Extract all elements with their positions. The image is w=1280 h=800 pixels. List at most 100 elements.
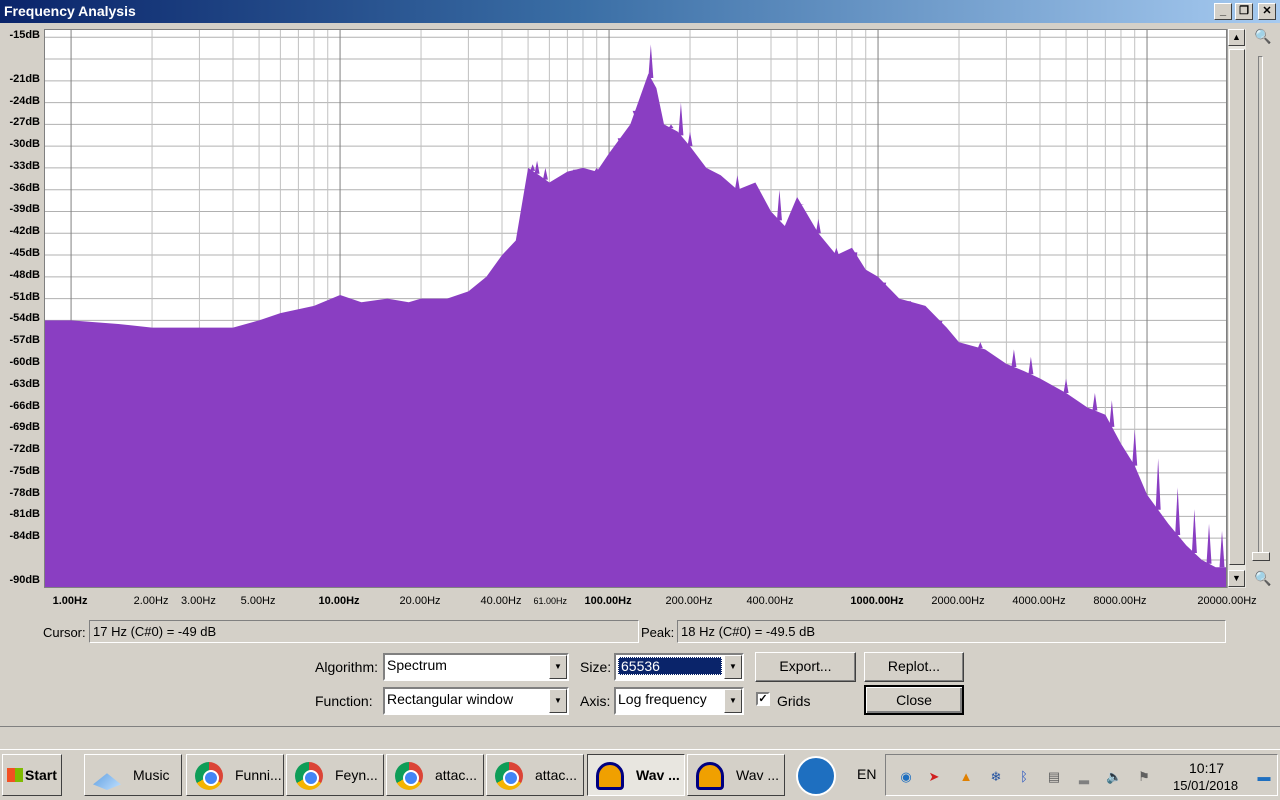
y-axis: -15dB -21dB -24dB -27dB -30dB -33dB -36dB -39dB… [0,23,44,592]
spectrum-chart [45,30,1226,587]
chrome-icon [295,762,323,790]
chevron-down-icon[interactable]: ▼ [549,655,567,679]
function-select[interactable]: Rectangular window ▼ [383,687,569,715]
x-axis: 1.00Hz 2.00Hz 3.00Hz 5.00Hz 10.00Hz 20.00Hz 40… [44,588,1257,618]
chevron-down-icon[interactable]: ▼ [724,655,742,679]
spectrum-plot[interactable] [44,29,1227,588]
export-button[interactable]: Export... [755,652,856,682]
y-tick-label: -45dB [9,247,40,260]
grids-checkbox[interactable]: ✓ [756,692,770,706]
axis-label: Axis: [580,693,611,709]
taskbar-item-chrome-2[interactable]: Feyn... [286,754,384,796]
y-tick-label: -36dB [9,181,40,194]
grids-label[interactable]: Grids [777,693,810,709]
language-indicator[interactable]: EN [857,766,876,782]
vlc-icon[interactable]: ▲ [958,769,974,785]
y-tick-label: -69dB [9,421,40,434]
clock-date[interactable]: 15/01/2018 [1173,778,1238,793]
taskbar-item-chrome-3[interactable]: attac... [386,754,484,796]
algorithm-select[interactable]: Spectrum ▼ [383,653,569,681]
x-tick-label: 200.00Hz [665,595,713,607]
x-tick-label: 61.00Hz [533,596,568,606]
replot-button[interactable]: Replot... [864,652,964,682]
x-tick-label: 2.00Hz [133,595,169,607]
x-tick-label: 2000.00Hz [931,595,985,607]
taskbar-item-chrome-1[interactable]: Funni... [186,754,284,796]
y-tick-label: -27dB [9,116,40,129]
y-tick-label: -81dB [9,508,40,521]
minimize-button[interactable]: _ [1214,3,1232,20]
scroll-down-button[interactable]: ▼ [1228,570,1245,587]
close-window-button[interactable]: ✕ [1258,3,1276,20]
restore-button[interactable]: ❐ [1235,3,1253,20]
flag-icon[interactable]: ⚑ [1136,769,1152,785]
spectrum-peak [1092,392,1098,411]
status-bar [0,726,1280,748]
zoom-slider-knob[interactable] [1252,552,1270,561]
chevron-down-icon[interactable]: ▼ [724,689,742,713]
spectrum-peak [1011,349,1017,367]
size-value: 65536 [618,657,722,675]
function-label: Function: [315,693,373,709]
usb-icon[interactable]: ▤ [1046,769,1062,785]
y-tick-label: -15dB [9,29,40,42]
y-tick-label: -48dB [9,268,40,281]
taskbar-item-chrome-4[interactable]: attac... [486,754,584,796]
algorithm-label: Algorithm: [315,659,379,675]
chrome-icon [395,762,423,790]
size-select[interactable]: 65536 ▼ [614,653,744,681]
y-tick-label: -63dB [9,377,40,390]
spectrum-peak [648,44,654,79]
taskbar-item-music[interactable]: Music [84,754,182,796]
y-tick-label: -21dB [9,72,40,85]
network-warning-icon[interactable] [796,756,836,796]
clock-time[interactable]: 10:17 [1189,760,1224,776]
signal-icon[interactable]: ▂ [1076,769,1092,785]
peak-readout: 18 Hz (C#0) = -49.5 dB [677,620,1226,643]
spectrum-peak [1109,400,1115,427]
spectrum-peak [542,167,548,180]
music-icon [93,773,121,790]
show-desktop-icon[interactable]: ▬ [1256,769,1272,785]
x-tick-label: 400.00Hz [746,595,794,607]
taskbar-item-audacity-2[interactable]: Wav ... [687,754,785,796]
y-tick-label: -39dB [9,203,40,216]
scroll-thumb[interactable] [1229,49,1245,565]
zoom-out-icon[interactable]: 🔍 [1254,570,1272,588]
chevron-down-icon[interactable]: ▼ [549,689,567,713]
axis-select[interactable]: Log frequency ▼ [614,687,744,715]
y-tick-label: -90dB [9,573,40,586]
y-tick-label: -51dB [9,290,40,303]
title-bar: Frequency Analysis _ ❐ ✕ [0,0,1280,23]
x-tick-label: 4000.00Hz [1012,595,1066,607]
red-arrow-icon[interactable]: ➤ [926,769,942,785]
spectrum-peak [678,102,684,136]
windows-logo-icon [7,768,23,782]
spectrum-peak [1191,509,1197,553]
peak-label: Peak: [641,625,675,640]
zoom-in-icon[interactable]: 🔍 [1254,28,1272,46]
vertical-scrollbar[interactable]: ▲ ▼ [1227,29,1246,588]
spectrum-peak [668,124,674,129]
taskbar-item-label: Funni... [235,767,282,783]
spectrum-peak [776,189,782,221]
volume-icon[interactable]: 🔈 [1106,769,1122,785]
close-button[interactable]: Close [864,685,964,715]
snowflake-icon[interactable]: ❄ [988,769,1004,785]
y-tick-label: -84dB [9,530,40,543]
x-tick-label: 40.00Hz [480,595,522,607]
x-tick-label: 3.00Hz [180,595,216,607]
y-tick-label: -78dB [9,486,40,499]
scroll-up-button[interactable]: ▲ [1228,29,1245,46]
start-button[interactable]: Start [2,754,62,796]
zoom-slider-track[interactable] [1258,56,1263,556]
bluetooth-icon[interactable]: ᛒ [1016,769,1032,785]
x-tick-label: 20000.00Hz [1197,595,1257,607]
taskbar-item-audacity-1[interactable]: Wav ... [587,754,685,796]
spectrum-peak [734,175,740,190]
axis-value: Log frequency [618,691,707,707]
x-tick-label: 10.00Hz [318,595,360,607]
browser-icon[interactable]: ◉ [898,769,914,785]
y-tick-label: -75dB [9,464,40,477]
y-tick-label: -60dB [9,355,40,368]
